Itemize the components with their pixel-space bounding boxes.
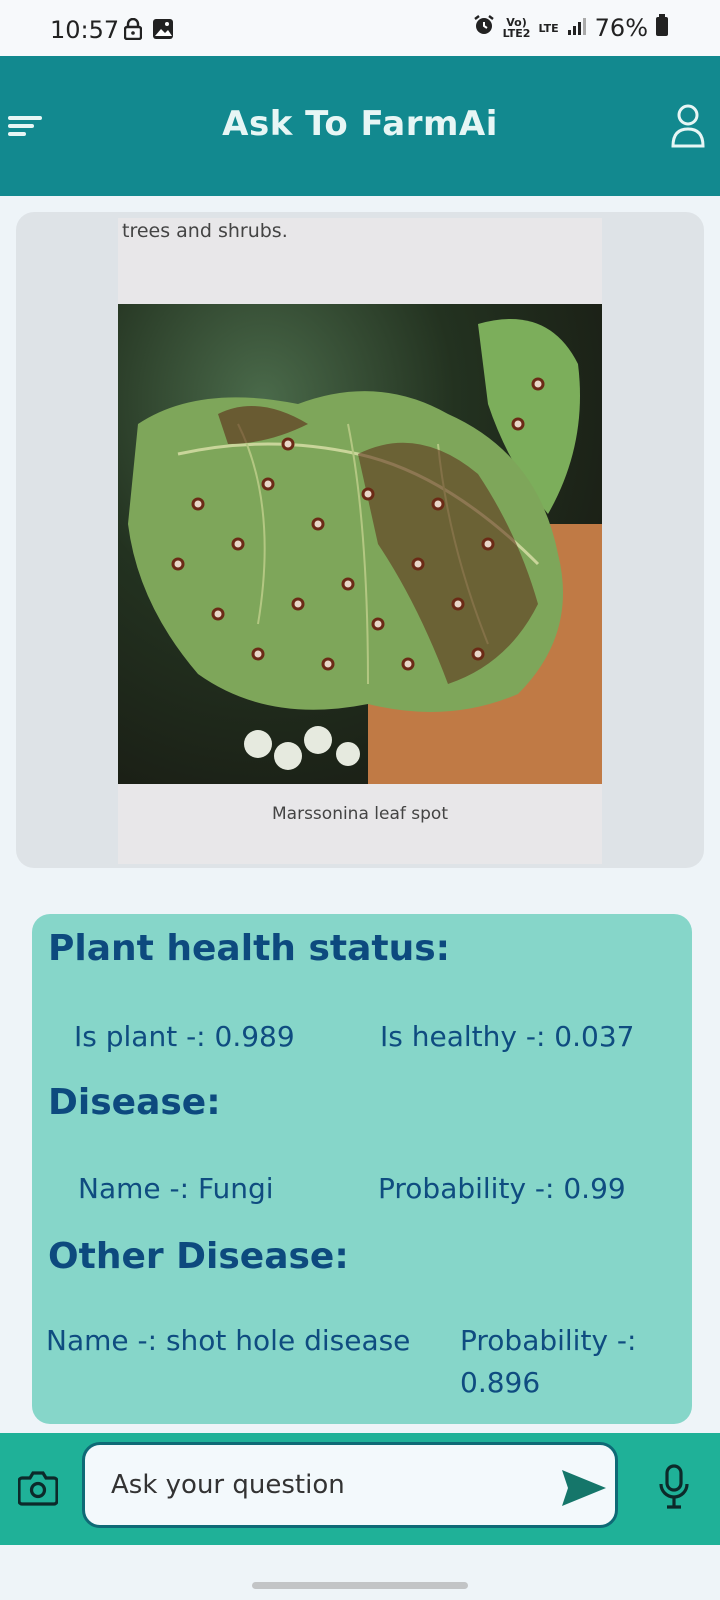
lte-label: LTE bbox=[538, 21, 559, 35]
plant-health-title: Plant health status: bbox=[48, 928, 451, 969]
is-plant-value: Is plant -: 0.989 bbox=[74, 1020, 295, 1053]
network-label: Vo) LTE2 bbox=[502, 16, 531, 40]
is-healthy-value: Is healthy -: 0.037 bbox=[380, 1020, 635, 1053]
status-bar: 10:57 Vo) LTE2 LTE 76% bbox=[0, 0, 720, 56]
other-disease-name: Name -: shot hole disease bbox=[46, 1324, 411, 1357]
disease-title: Disease: bbox=[48, 1082, 221, 1123]
status-time: 10:57 bbox=[50, 16, 120, 44]
photo-caption-top: trees and shrubs. bbox=[122, 220, 288, 242]
profile-icon[interactable] bbox=[668, 102, 708, 150]
leaf-photo[interactable]: trees and shrubs. Marssonina leaf spot bbox=[118, 218, 602, 864]
status-right: Vo) LTE2 LTE 76% bbox=[473, 14, 668, 42]
send-icon[interactable] bbox=[560, 1468, 608, 1508]
alarm-icon bbox=[473, 14, 495, 42]
lock-icon bbox=[123, 17, 143, 44]
question-input[interactable] bbox=[82, 1442, 618, 1528]
disease-probability: Probability -: 0.99 bbox=[378, 1172, 626, 1205]
disease-name: Name -: Fungi bbox=[78, 1172, 274, 1205]
photo-caption-bottom: Marssonina leaf spot bbox=[272, 804, 448, 824]
battery-icon bbox=[656, 14, 668, 42]
mic-icon[interactable] bbox=[658, 1464, 690, 1510]
page-title: Ask To FarmAi bbox=[222, 104, 498, 144]
image-message-card: trees and shrubs. Marssonina leaf spot bbox=[16, 212, 704, 868]
home-indicator[interactable] bbox=[252, 1582, 468, 1589]
plant-analysis-card: Plant health status: Is plant -: 0.989 I… bbox=[32, 914, 692, 1424]
battery-percent: 76% bbox=[594, 14, 648, 42]
other-disease-title: Other Disease: bbox=[48, 1236, 349, 1277]
image-icon bbox=[152, 18, 174, 44]
signal-icon bbox=[567, 14, 587, 42]
other-disease-probability-value: 0.896 bbox=[460, 1366, 541, 1399]
other-disease-probability-label: Probability -: bbox=[460, 1324, 637, 1357]
camera-icon[interactable] bbox=[17, 1470, 59, 1506]
leaf-photo-scene bbox=[118, 304, 602, 784]
